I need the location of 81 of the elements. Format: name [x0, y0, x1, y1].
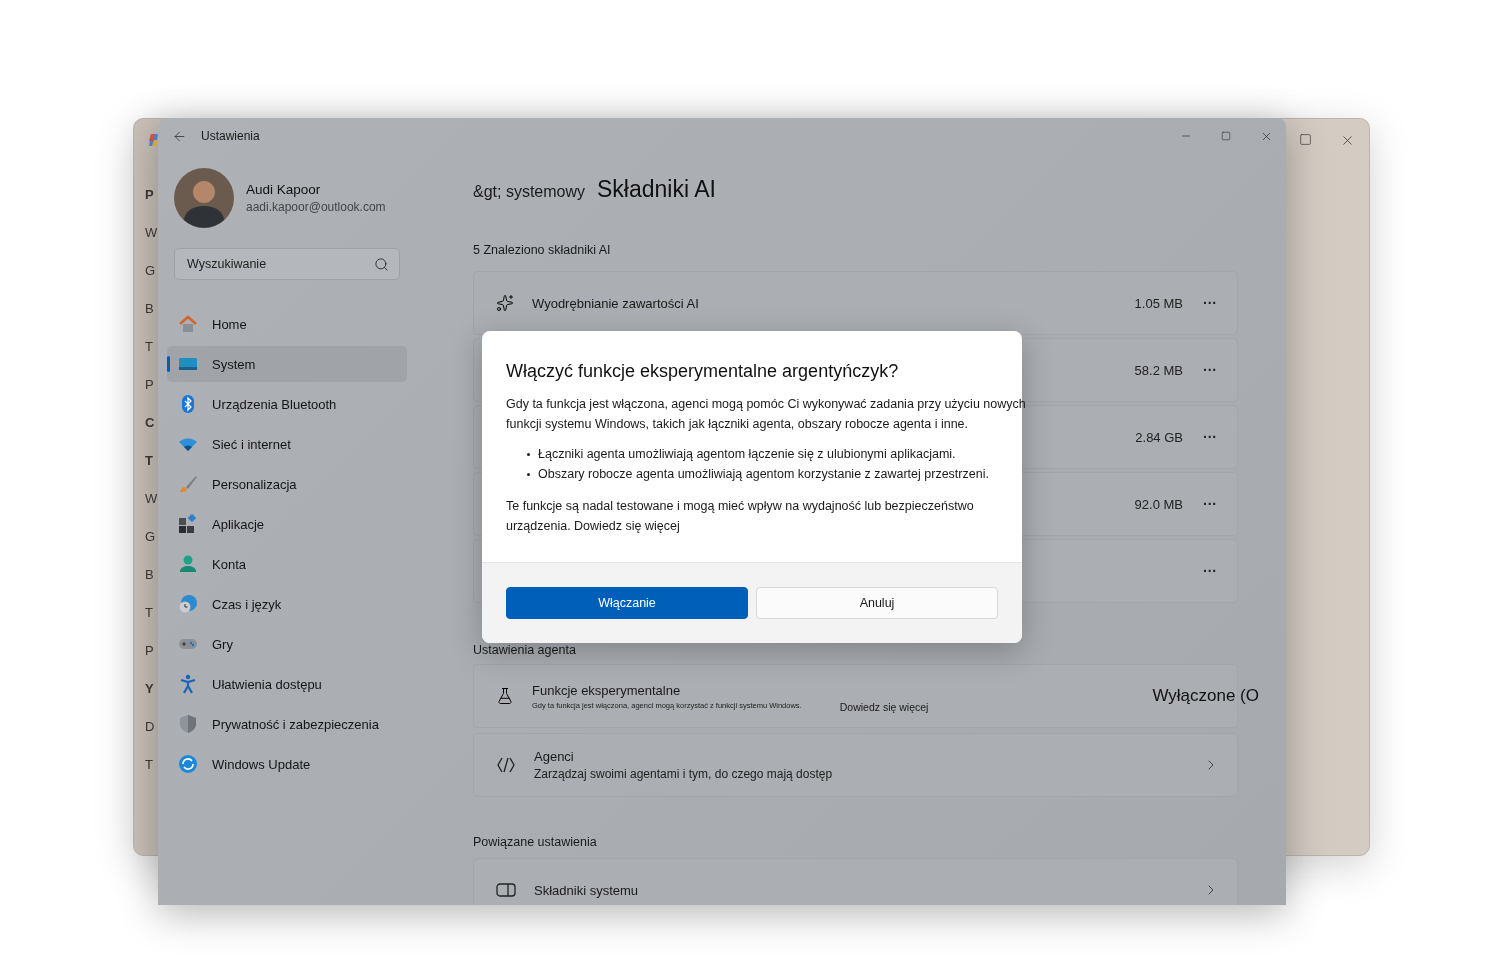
sidebar-item[interactable]: Urządzenia Bluetooth [167, 386, 407, 422]
enable-button[interactable]: Włączanie [506, 587, 748, 619]
home-icon [178, 314, 198, 334]
component-size: 58.2 MB [1134, 362, 1183, 378]
maximize-icon[interactable] [1299, 133, 1312, 146]
search-icon [374, 256, 389, 272]
more-button[interactable]: ··· [1201, 362, 1219, 378]
sidebar-label: P [145, 642, 155, 660]
sidebar-label: P [145, 186, 155, 204]
sidebar-item[interactable]: Konta [167, 546, 407, 582]
setting-card[interactable]: Składniki systemu [473, 858, 1238, 905]
apps-icon [178, 514, 198, 534]
more-button[interactable]: ··· [1201, 295, 1219, 311]
more-button[interactable]: ··· [1201, 496, 1219, 512]
sidebar-label: T [145, 604, 154, 622]
toggle-state-label: Wyłączone (O [1152, 686, 1259, 706]
sidebar-label: G [145, 262, 156, 280]
panel-icon [496, 882, 516, 898]
setting-title: Składniki systemu [534, 882, 639, 898]
section-heading: Ustawienia agenta [473, 643, 577, 657]
learn-more-link[interactable]: Dowiedz się więcej [839, 701, 929, 713]
sparkle-icon [496, 294, 514, 312]
globe-clock-icon [178, 594, 198, 614]
bullet-item: Łączniki agenta umożliwiają agentom łączenie się z ulubionymi aplikacjami. [527, 444, 998, 464]
sidebar-label: P [145, 376, 155, 394]
setting-title: Agenci [534, 749, 575, 764]
maximize-icon[interactable] [1221, 131, 1231, 141]
sidebar-item[interactable]: Sieć i internet [167, 426, 407, 462]
close-icon[interactable] [1340, 133, 1355, 148]
sidebar-label: W [145, 490, 156, 508]
component-size: 2.84 GB [1135, 429, 1183, 445]
back-icon[interactable] [172, 128, 187, 144]
sidebar-item[interactable]: Ułatwienia dostępu [167, 666, 407, 702]
sidebar-item[interactable]: Personalizacja [167, 466, 407, 502]
shield-icon [178, 714, 198, 734]
agents-icon [496, 755, 516, 775]
account-name: Audi Kapoor [246, 182, 322, 197]
dialog-title: Włączyć funkcje eksperymentalne argentyńczyk? [506, 361, 900, 382]
window-title: Ustawienia [201, 129, 260, 143]
person-icon [178, 554, 198, 574]
brush-icon [178, 474, 198, 494]
sidebar-item[interactable]: Home [167, 306, 407, 342]
sidebar-item[interactable]: Aplikacje [167, 506, 407, 542]
flask-icon [496, 687, 514, 705]
more-button[interactable]: ··· [1201, 429, 1219, 445]
account-email: aadi.kapoor@outlook.com [246, 200, 386, 214]
setting-card[interactable]: Agenci Zarządzaj swoimi agentami i tym, do czego mają dostęp [473, 733, 1238, 797]
sidebar-item[interactable]: Prywatność i zabezpieczenia [167, 706, 407, 742]
sidebar-label: C [145, 414, 156, 432]
sidebar-item[interactable]: Czas i język [167, 586, 407, 622]
update-icon [178, 754, 198, 774]
component-name: Wyodrębnianie zawartości AI [532, 295, 699, 311]
sidebar-item[interactable]: System [167, 346, 407, 382]
component-size: 1.05 MB [1134, 295, 1183, 311]
section-heading: 5 Znaleziono składniki AI [473, 243, 612, 257]
breadcrumb[interactable]: &gt; systemowy [473, 183, 586, 201]
sidebar-label: W [145, 224, 156, 242]
avatar[interactable] [174, 168, 234, 228]
dialog-text: Te funkcje są nadal testowane i mogą mieć wpływ na wydajność lub bezpieczeństwo urządzenia. Dowiedz się więcej [506, 498, 975, 535]
app-logo-icon [148, 133, 160, 147]
setting-title: Funkcje eksperymentalne [532, 682, 682, 698]
setting-description: Zarządzaj swoimi agentami i tym, do czego mają dostęp [534, 767, 833, 781]
cancel-button[interactable]: Anuluj [756, 587, 998, 619]
sidebar-label: Y [145, 680, 155, 698]
search-field[interactable]: Wyszukiwanie [174, 248, 400, 280]
accessibility-icon [178, 674, 198, 694]
more-button[interactable]: ··· [1201, 563, 1219, 579]
page-title: Składniki AI [597, 176, 716, 203]
sidebar-label: T [145, 338, 154, 356]
bullet-item: Obszary robocze agenta umożliwiają agentom korzystanie z zawartej przestrzeni. [527, 464, 998, 484]
sidebar-label: D [145, 718, 156, 736]
sidebar-label: T [145, 756, 154, 774]
component-size: 92.0 MB [1134, 496, 1183, 512]
section-heading: Powiązane ustawienia [473, 835, 598, 849]
sidebar-item[interactable]: Windows Update [167, 746, 407, 782]
sidebar-item[interactable]: Gry [167, 626, 407, 662]
dialog-text: Gdy ta funkcja jest włączona, agenci mogą pomóc Ci wykonywać zadania przy użyciu nowych funkcji systemu Windows, takich jak łączniki agenta, obszary robocze agenta i inne. [506, 396, 1027, 433]
sidebar-label: T [145, 452, 154, 470]
sidebar-label: B [145, 300, 155, 318]
sidebar-label: B [145, 566, 155, 584]
sidebar-label: G [145, 528, 156, 546]
